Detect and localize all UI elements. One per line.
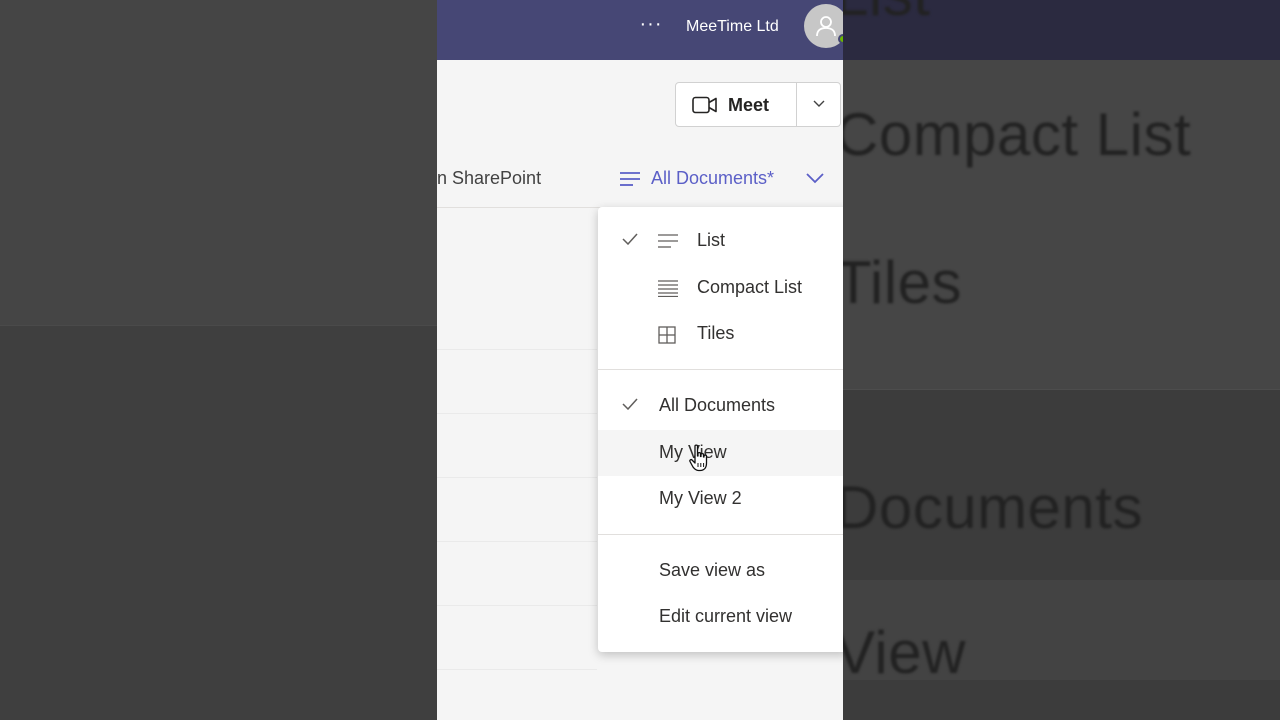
current-view-label: All Documents*: [651, 168, 775, 188]
menu-item-label: All Documents: [659, 395, 776, 415]
chevron-down-icon: [813, 100, 825, 107]
menu-item-list[interactable]: List: [598, 218, 843, 264]
open-in-sharepoint-link[interactable]: n SharePoint: [437, 168, 541, 189]
background-echo-text: Documents: [843, 474, 1143, 541]
tiles-icon: [658, 326, 676, 344]
person-icon: [816, 16, 836, 37]
menu-divider: [598, 534, 843, 535]
checkmark-icon: [622, 233, 638, 245]
menu-item-label: Save view as: [659, 560, 766, 580]
list-row-divider: [437, 605, 597, 606]
video-camera-icon: [692, 96, 717, 114]
list-row-divider: [437, 541, 597, 542]
organization-name[interactable]: MeeTime Ltd: [686, 18, 779, 36]
more-options-button[interactable]: ···: [637, 14, 665, 38]
presence-status-icon: [838, 34, 843, 44]
background-echo-text: List: [843, 0, 930, 29]
menu-item-label: My View 2: [659, 488, 742, 508]
menu-item-save-view-as[interactable]: Save view as: [598, 548, 843, 594]
meet-options-dropdown[interactable]: [797, 83, 841, 126]
meet-button[interactable]: Meet: [676, 83, 796, 126]
menu-item-label: Edit current view: [659, 606, 793, 626]
menu-item-edit-current-view[interactable]: Edit current view: [598, 594, 843, 640]
menu-item-my-view-2[interactable]: My View 2: [598, 476, 843, 522]
app-header: ··· MeeTime Ltd: [437, 0, 843, 60]
menu-item-all-documents[interactable]: All Documents: [598, 383, 843, 429]
list-row-divider: [437, 669, 597, 670]
list-row-divider: [437, 349, 597, 350]
compact-list-icon: [658, 280, 678, 297]
menu-divider: [598, 369, 843, 370]
background-band: [0, 0, 437, 326]
menu-item-label: List: [697, 230, 726, 250]
background-right-panel: List Compact List Tiles Documents View: [843, 0, 1280, 720]
hand-cursor-icon: [689, 444, 708, 472]
view-switcher-button[interactable]: All Documents*: [617, 164, 827, 194]
view-options-menu: List Compact List Tiles All Documents My…: [598, 207, 843, 652]
background-echo-text: Tiles: [843, 249, 962, 316]
list-icon: [658, 234, 678, 248]
menu-item-my-view[interactable]: My View: [598, 430, 843, 476]
meet-split-button: Meet: [675, 82, 841, 127]
list-row-divider: [437, 477, 597, 478]
menu-item-label: Compact List: [697, 277, 803, 297]
menu-item-label: Tiles: [697, 323, 735, 343]
view-lines-icon: [620, 172, 640, 186]
menu-item-compact-list[interactable]: Compact List: [598, 265, 843, 311]
background-left-panel: [0, 0, 437, 720]
meet-button-label: Meet: [728, 95, 770, 115]
list-row-divider: [437, 413, 597, 414]
chevron-down-icon: [806, 173, 824, 184]
menu-item-tiles[interactable]: Tiles: [598, 311, 843, 357]
background-echo-text: Compact List: [843, 101, 1192, 168]
app-window: ··· MeeTime Ltd Meet n SharePoint All Do…: [437, 0, 843, 720]
avatar[interactable]: [804, 4, 843, 48]
checkmark-icon: [622, 398, 638, 410]
background-echo-text: View: [843, 619, 966, 686]
